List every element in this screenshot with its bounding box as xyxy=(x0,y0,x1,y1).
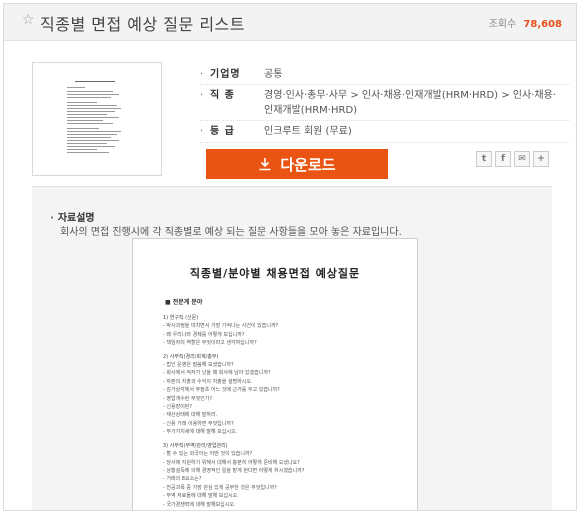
more-share-icon[interactable]: + xyxy=(533,151,549,167)
thumbnail-page xyxy=(63,75,129,163)
job-label: 직 종 xyxy=(210,90,235,101)
facebook-share-icon[interactable]: f xyxy=(495,151,511,167)
preview-body: 1) 연구직 (신문) - 박사과정을 마치면서 가장 기억나는 사건이 있습니… xyxy=(163,309,403,509)
page-title: 직종별 면접 예상 질문 리스트 xyxy=(40,15,245,34)
email-share-icon[interactable]: ✉ xyxy=(514,151,530,167)
preview-line: - 국가경쟁력에 대해 말해보십시오. xyxy=(163,501,236,508)
preview-line: 3) 사무직(무역/관리/영업관리) xyxy=(163,442,228,449)
preview-line: - 신용 거래 이용하면 무엇입니까? xyxy=(163,420,234,427)
preview-line: - 할 수 있는 외국어는 어떤 것이 있습니까? xyxy=(163,451,253,458)
company-label: 기업명 xyxy=(210,69,241,80)
view-count-label: 조회수 xyxy=(488,19,517,30)
description-text: 회사의 면접 진행시에 각 직종별로 예상 되는 질문 사항들을 모아 놓은 자… xyxy=(60,227,402,238)
view-count-value: 78,608 xyxy=(523,19,562,30)
download-icon xyxy=(259,158,271,171)
description-panel: · 자료설명 회사의 면접 진행시에 각 직종별로 예상 되는 질문 사항들을 모… xyxy=(32,186,552,510)
info-row-job: · 직 종 경영·인사·총무·사무 > 인사·채용·인재개발(HRM·HRD) … xyxy=(200,88,570,120)
divider xyxy=(200,120,570,121)
document-preview: 직종별/분야별 채용면접 예상질문 ■ 전문계 분야 1) 연구직 (신문) -… xyxy=(132,238,418,510)
job-value[interactable]: 경영·인사·총무·사무 > 인사·채용·인재개발(HRM·HRD) > 인사·채… xyxy=(264,88,564,118)
preview-line: - 당사에 지원하기 위해서 대해서 충분히 어떻게 준비해 오셨나요? xyxy=(163,459,300,466)
preview-line: - 책임자의 역할은 무엇이라고 생각하십니까? xyxy=(163,340,257,347)
preview-section: ■ 전문계 분야 xyxy=(165,299,203,306)
divider xyxy=(200,142,570,143)
view-count: 조회수 78,608 xyxy=(489,15,562,30)
title-bar: ☆ 직종별 면접 예상 질문 리스트 조회수 78,608 xyxy=(4,4,576,41)
preview-line: - 부가가치세에 대해 말해 보십시오. xyxy=(163,429,238,436)
preview-line: - 상황설득에 의해 경영적인 일을 맡게 된다면 어떻게 하시겠습니까? xyxy=(163,467,305,474)
share-buttons: t f ✉ + xyxy=(476,151,549,169)
preview-line: - 무역 자료들에 대해 말해 보십시오. xyxy=(163,493,239,500)
divider xyxy=(200,84,570,85)
preview-line: - 거래의 8요소는? xyxy=(163,476,202,483)
document-thumbnail[interactable] xyxy=(32,62,162,176)
description-heading: · 자료설명 xyxy=(50,213,95,224)
preview-line: 2) 사무직(경리/회계/총무) xyxy=(163,353,219,360)
download-label: 다운로드 xyxy=(280,156,336,174)
company-value: 공통 xyxy=(264,69,283,80)
preview-line: - 회사에서 적자가 났을 때 회사에 남아 있겠습니까? xyxy=(163,370,271,377)
preview-line: 1) 연구직 (신문) xyxy=(163,315,199,321)
preview-line: - 감가상각에서 주정초 어느 것에 근거를 두고 있습니까? xyxy=(163,387,280,394)
grade-value: 인크루트 회원 (무료) xyxy=(264,126,352,137)
preview-title: 직종별/분야별 채용면접 예상질문 xyxy=(189,267,361,280)
document-detail-panel: ☆ 직종별 면접 예상 질문 리스트 조회수 78,608 · 기업명 공통 ·… xyxy=(3,3,577,511)
preview-line: - 박사과정을 마치면서 가장 기억나는 사건이 있습니까? xyxy=(163,323,279,330)
preview-line: - 자본의 지출과 수익의 지출을 설명하시오. xyxy=(163,378,253,385)
preview-line: - 법인 운영은 말씀해 보셨습니까? xyxy=(163,362,234,369)
info-row-company: · 기업명 공통 xyxy=(200,67,570,83)
twitter-share-icon[interactable]: t xyxy=(476,151,492,167)
info-row-grade: · 등 급 인크루트 회원 (무료) xyxy=(200,124,570,140)
preview-line: - 전공과목 중 가장 관심 있게 공부한 것은 무엇입니까? xyxy=(163,484,277,491)
preview-line: - 영업개수란 무엇인가? xyxy=(163,395,213,402)
star-icon[interactable]: ☆ xyxy=(22,12,35,28)
preview-line: - 왜 우리나라 경제를 어떻게 보십니까? xyxy=(163,331,245,338)
preview-line: - 재산상태에 대해 말하라. xyxy=(163,412,218,419)
grade-label: 등 급 xyxy=(210,126,235,137)
download-button[interactable]: 다운로드 xyxy=(206,149,388,179)
preview-line: - 신용장이란? xyxy=(163,404,193,411)
